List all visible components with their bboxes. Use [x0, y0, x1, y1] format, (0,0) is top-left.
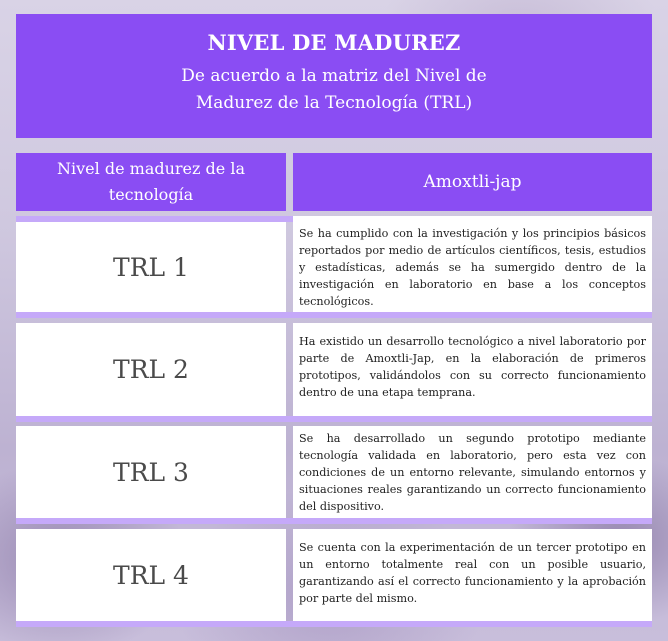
trl-level-cell: TRL 4: [16, 529, 286, 621]
trl-description-cell: Ha existido un desarrollo tecnológico a …: [293, 323, 652, 416]
trl-description-cell: Se ha cumplido con la investigación y lo…: [293, 216, 652, 312]
column-header-level: Nivel de madurez de la tecnología: [16, 153, 286, 211]
header-banner: NIVEL DE MADUREZ De acuerdo a la matriz …: [16, 14, 652, 138]
row-divider: [16, 621, 652, 627]
subtitle-line-2: Madurez de la Tecnología (TRL): [195, 93, 473, 113]
column-header-level-line-2: tecnología: [108, 185, 194, 204]
page-subtitle: De acuerdo a la matriz del Nivel de Madu…: [16, 63, 652, 117]
subtitle-line-1: De acuerdo a la matriz del Nivel de: [181, 66, 487, 86]
column-header-level-line-1: Nivel de madurez de la: [57, 159, 245, 178]
row-divider: [16, 312, 652, 318]
page-title: NIVEL DE MADUREZ: [207, 30, 461, 55]
trl-level-cell: TRL 1: [16, 222, 286, 312]
trl-description-cell: Se cuenta con la experimentación de un t…: [293, 529, 652, 621]
row-divider: [16, 518, 652, 524]
trl-level-cell: TRL 2: [16, 323, 286, 416]
column-header-project: Amoxtli-jap: [293, 153, 652, 211]
trl-level-cell: TRL 3: [16, 426, 286, 518]
row-divider: [16, 416, 652, 422]
trl-description-cell: Se ha desarrollado un segundo prototipo …: [293, 426, 652, 518]
